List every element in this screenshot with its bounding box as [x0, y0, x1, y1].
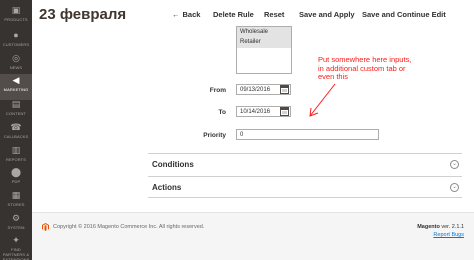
customer-group-option[interactable]: Wholesale	[237, 27, 291, 37]
conditions-section[interactable]: Conditions ⌄	[148, 153, 462, 175]
admin-sidebar: ▣ PRODUCTS ● CUSTOMERS ◎ NEWS ◀ MARKETIN…	[0, 0, 32, 260]
sidebar-item-label: REPORTS	[6, 157, 26, 162]
version-text: Magento ver. 2.1.1	[417, 224, 464, 230]
phone-icon: ☎	[10, 122, 22, 132]
copyright-text: Copyright © 2016 Magento Commerce Inc. A…	[53, 224, 205, 230]
customer-groups-select[interactable]: Wholesale Retailer	[236, 26, 292, 74]
save-and-continue-button[interactable]: Save and Continue Edit	[362, 10, 446, 19]
cube-icon: ▣	[11, 5, 21, 15]
page-title: 23 февраля	[39, 6, 127, 23]
magento-logo-icon	[42, 223, 49, 231]
priority-label: Priority	[203, 132, 226, 139]
calendar-icon[interactable]	[280, 85, 289, 94]
puzzle-icon: ✦	[12, 235, 20, 245]
globe-icon: ◎	[12, 53, 20, 63]
admin-page: ▣ PRODUCTS ● CUSTOMERS ◎ NEWS ◀ MARKETIN…	[0, 0, 474, 260]
sidebar-item-label: FIND PARTNERS & EXTENSIONS	[2, 247, 30, 260]
actions-title: Actions	[152, 183, 182, 192]
to-label: To	[218, 109, 226, 116]
priority-input[interactable]: 0	[236, 129, 379, 140]
sidebar-item-label: PDP	[11, 179, 21, 184]
page-footer: Copyright © 2016 Magento Commerce Inc. A…	[32, 212, 474, 260]
calendar-icon[interactable]	[280, 107, 289, 116]
delete-rule-button[interactable]: Delete Rule	[213, 10, 254, 19]
sidebar-item-label: CALLBACKS	[3, 134, 29, 139]
sidebar-item-label: MARKETING	[3, 87, 29, 92]
version-number: ver. 2.1.1	[439, 224, 464, 230]
gear-icon: ⚙	[11, 213, 21, 223]
back-button[interactable]: ← Back	[172, 10, 200, 19]
sidebar-item-marketing[interactable]: ◀ MARKETING	[0, 74, 32, 100]
sidebar-item-label: CONTENT	[5, 111, 27, 116]
layout-icon: ▤	[11, 99, 21, 109]
back-button-label: Back	[182, 10, 201, 19]
chevron-down-icon[interactable]: ⌄	[450, 183, 459, 192]
actions-section[interactable]: Actions ⌄	[148, 176, 462, 198]
store-icon: ▦	[11, 190, 21, 200]
chevron-down-icon[interactable]: ⌄	[450, 160, 459, 169]
from-label: From	[209, 87, 226, 94]
annotation-arrow	[309, 83, 336, 117]
megaphone-icon: ◀	[12, 75, 20, 85]
reset-button[interactable]: Reset	[264, 10, 284, 19]
brand-name: Magento	[417, 224, 440, 230]
pin-icon: ⬤	[10, 167, 22, 177]
conditions-title: Conditions	[152, 160, 194, 169]
report-bugs-link[interactable]: Report Bugs	[433, 232, 464, 238]
save-and-apply-button[interactable]: Save and Apply	[299, 10, 355, 19]
sidebar-item-partners[interactable]: ✦ FIND PARTNERS & EXTENSIONS	[0, 234, 32, 260]
sidebar-item-label: STORES	[7, 202, 25, 207]
sidebar-item-label: NEWS	[9, 65, 23, 70]
customer-group-option[interactable]: Retailer	[237, 37, 291, 48]
sidebar-item-label: PRODUCTS	[4, 17, 28, 22]
user-icon: ●	[13, 30, 19, 40]
sidebar-item-label: CUSTOMERS	[2, 42, 30, 47]
arrow-left-icon: ←	[172, 10, 180, 19]
bar-chart-icon: ▥	[11, 145, 21, 155]
sidebar-item-products[interactable]: ▣ PRODUCTS	[0, 4, 32, 30]
sidebar-item-label: SYSTEM	[7, 225, 25, 230]
